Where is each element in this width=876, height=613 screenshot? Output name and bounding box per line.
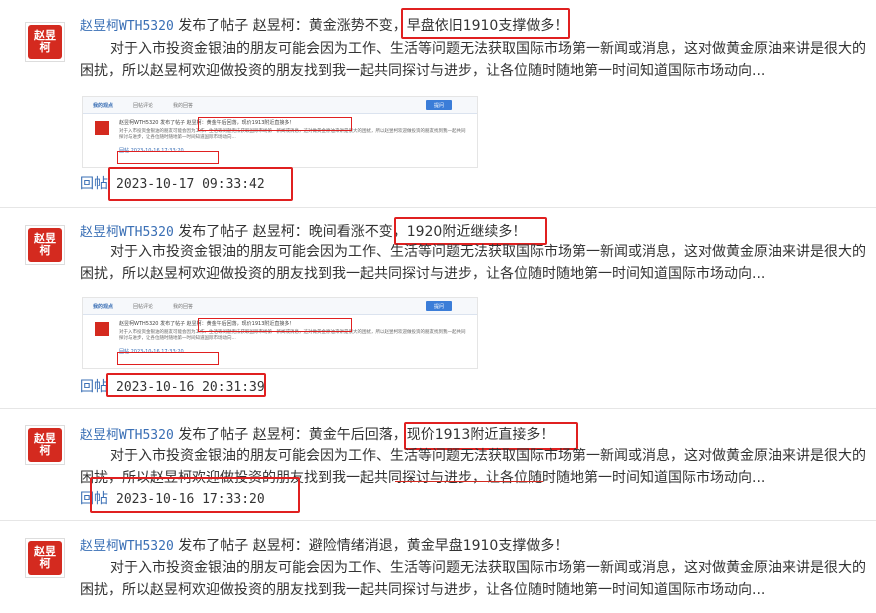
divider bbox=[0, 207, 876, 208]
highlight-box bbox=[401, 8, 570, 39]
post-body: 对于入市投资金银油的朋友可能会因为工作、生活等问题无法获取国际市场第一新闻或消息… bbox=[80, 41, 866, 79]
post-body: 对于入市投资金银油的朋友可能会因为工作、生活等问题无法获取国际市场第一新闻或消息… bbox=[80, 560, 866, 598]
reply-link[interactable]: 回帖 bbox=[80, 176, 108, 192]
username-link[interactable]: 赵昱柯WTH5320 bbox=[80, 539, 174, 554]
username-link[interactable]: 赵昱柯WTH5320 bbox=[80, 19, 174, 34]
avatar[interactable]: 赵昱 柯 bbox=[25, 225, 65, 265]
handwritten-mark bbox=[395, 481, 543, 482]
avatar[interactable]: 赵昱 柯 bbox=[25, 538, 65, 578]
thumb-tabs: 我的观点 回帖评论 我的回答 bbox=[83, 97, 477, 114]
post-action: 发布了帖子 bbox=[173, 538, 253, 554]
post-title[interactable]: 赵昱柯：避险情绪消退，黄金早盘1910支撑做多！ bbox=[253, 538, 569, 554]
highlight-box bbox=[90, 477, 300, 513]
avatar-seal: 赵昱 柯 bbox=[28, 541, 62, 575]
username-link[interactable]: 赵昱柯WTH5320 bbox=[80, 225, 174, 240]
thumb-highlight-box bbox=[198, 117, 352, 131]
post-screenshot-thumbnail[interactable]: 我的观点 回帖评论 我的回答 提问 赵昱柯WTH5320 发布了帖子 赵昱柯：黄… bbox=[82, 96, 478, 168]
post-title[interactable]: 赵昱柯：黄金午后回落， bbox=[253, 427, 407, 443]
avatar[interactable]: 赵昱 柯 bbox=[25, 425, 65, 465]
avatar-seal: 赵昱 柯 bbox=[28, 228, 62, 262]
highlight-box bbox=[106, 373, 266, 397]
post-title[interactable]: 赵昱柯：黄金涨势不变， bbox=[253, 18, 407, 34]
thumb-tabs: 我的观点 回帖评论 我的回答 bbox=[83, 298, 477, 315]
reply-link[interactable]: 回帖 bbox=[80, 379, 108, 395]
thumb-tab: 回帖评论 bbox=[133, 303, 154, 310]
thumb-tab: 我的回答 bbox=[173, 303, 194, 310]
post-action: 发布了帖子 bbox=[173, 18, 253, 34]
username-link[interactable]: 赵昱柯WTH5320 bbox=[80, 428, 174, 443]
thumb-highlight-box bbox=[117, 352, 219, 365]
post-action: 发布了帖子 bbox=[173, 224, 253, 240]
avatar[interactable]: 赵昱 柯 bbox=[25, 22, 65, 62]
divider bbox=[0, 520, 876, 521]
post-title-line: 赵昱柯WTH5320 发布了帖子 赵昱柯：避险情绪消退，黄金早盘1910支撑做多… bbox=[80, 535, 568, 555]
thumb-ask-button: 提问 bbox=[426, 301, 452, 311]
thumb-tab: 回帖评论 bbox=[133, 102, 154, 109]
thumb-tab: 我的观点 bbox=[93, 102, 114, 109]
thumb-highlight-box bbox=[198, 318, 352, 332]
thumb-tab: 我的回答 bbox=[173, 102, 194, 109]
thumb-avatar bbox=[95, 121, 109, 135]
avatar-seal: 赵昱 柯 bbox=[28, 25, 62, 59]
divider bbox=[0, 408, 876, 409]
post-screenshot-thumbnail[interactable]: 我的观点 回帖评论 我的回答 提问 赵昱柯WTH5320 发布了帖子 赵昱柯：黄… bbox=[82, 297, 478, 369]
thumb-highlight-box bbox=[117, 151, 219, 164]
post-title[interactable]: 赵昱柯：晚间看涨不变， bbox=[253, 224, 407, 240]
thumb-ask-button: 提问 bbox=[426, 100, 452, 110]
thumb-avatar bbox=[95, 322, 109, 336]
post-action: 发布了帖子 bbox=[173, 427, 253, 443]
thumb-tab: 我的观点 bbox=[93, 303, 114, 310]
post-body: 对于入市投资金银油的朋友可能会因为工作、生活等问题无法获取国际市场第一新闻或消息… bbox=[80, 244, 866, 282]
highlight-box bbox=[108, 167, 293, 201]
avatar-seal: 赵昱 柯 bbox=[28, 428, 62, 462]
